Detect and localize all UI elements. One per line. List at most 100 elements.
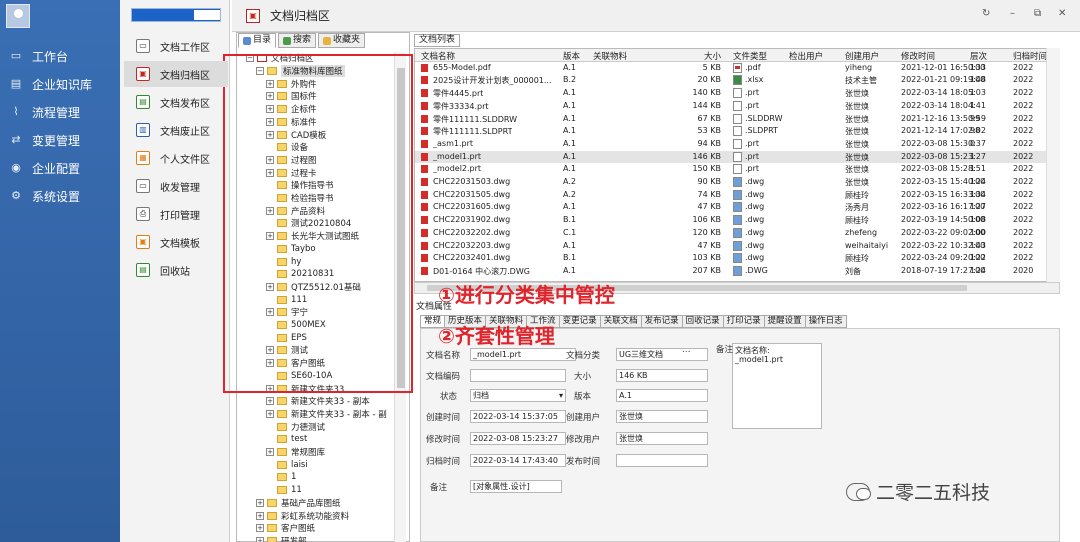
table-row[interactable]: CHC22031503.dwg A.2 90 KB .dwg 张世焕 2022-03-15… — [415, 176, 1059, 189]
subnav-item[interactable]: ▥ 文档废止区 — [124, 117, 228, 143]
property-tab[interactable]: 关联文档 — [599, 315, 641, 328]
table-row[interactable]: 零件33334.prt A.1 144 KB .prt 张世焕 2022-03-14 18… — [415, 100, 1059, 113]
column-header[interactable]: 版本 — [563, 50, 580, 62]
expand-icon[interactable]: + — [266, 409, 274, 418]
minimize-icon[interactable]: – — [1010, 8, 1015, 19]
column-header[interactable]: 文档名称 — [421, 50, 455, 62]
column-header[interactable]: 检出用户 — [789, 50, 823, 62]
column-header[interactable]: 关联物料 — [593, 50, 627, 62]
table-row[interactable]: CHC22031505.dwg A.2 74 KB .dwg 顾桂玲 2022-03-15… — [415, 189, 1059, 202]
version-field[interactable]: A.1 — [616, 389, 708, 402]
nav-item[interactable]: ⚙ 系统设置 — [0, 183, 120, 209]
tree-node[interactable]: + 彩虹系统功能资料 — [256, 509, 349, 522]
tree-node[interactable]: + 客户图纸 — [256, 522, 315, 535]
table-vertical-scrollbar[interactable] — [1046, 48, 1060, 282]
tree-node[interactable]: + 新建文件夹33 - 副本 - 副 — [266, 408, 387, 421]
column-header[interactable]: 创建用户 — [845, 50, 879, 62]
browse-button[interactable]: … — [682, 345, 691, 355]
close-icon[interactable]: ✕ — [1058, 8, 1066, 19]
nav-item[interactable]: ⇄ 变更管理 — [0, 127, 120, 153]
subnav-item[interactable]: ▭ 文档工作区 — [124, 33, 228, 59]
expand-icon[interactable]: + — [266, 397, 274, 406]
table-row[interactable]: CHC22032203.dwg A.1 47 KB .dwg weihaitaiyi 20… — [415, 240, 1059, 253]
modifier-field[interactable]: 张世焕 — [616, 432, 708, 445]
tab-directory[interactable]: 目录 — [238, 33, 277, 48]
table-row[interactable]: D01-0164 中心滚刀.DWG A.1 207 KB .DWG 刘备 2018-07-… — [415, 265, 1059, 278]
file-type-icon — [733, 164, 742, 175]
tree-node[interactable]: 11 — [266, 484, 302, 497]
nav-item[interactable]: ▭ 工作台 — [0, 43, 120, 69]
table-row[interactable]: CHC22032401.dwg B.1 103 KB .dwg 顾桂玲 2022-03-2… — [415, 252, 1059, 265]
table-row[interactable]: 零件4445.prt A.1 140 KB .prt 张世焕 2022-03-14 18:… — [415, 87, 1059, 100]
table-row[interactable]: CHC22031605.dwg A.1 47 KB .dwg 汤秀月 2022-03-16… — [415, 201, 1059, 214]
subnav-item[interactable]: ▦ 个人文件区 — [124, 145, 228, 171]
expand-icon[interactable]: + — [266, 448, 274, 457]
size-field[interactable]: 146 KB — [616, 369, 708, 382]
column-header[interactable]: 归档时间 — [1013, 50, 1047, 62]
remark-field[interactable]: [对象属性.设计] — [470, 480, 562, 493]
tree-node[interactable]: 1 — [266, 471, 296, 484]
property-tab[interactable]: 操作日志 — [804, 315, 847, 328]
table-row[interactable]: 2025设计开发计划表_000001... B.2 20 KB .xlsx 技术主管 20… — [415, 74, 1059, 87]
subnav-item[interactable]: ▤ 文档发布区 — [124, 89, 228, 115]
subnav-item[interactable]: ▤ 回收站 — [124, 257, 228, 283]
name-field[interactable]: _model1.prt — [470, 348, 576, 361]
file-icon — [421, 178, 428, 186]
property-tab[interactable]: 变更记录 — [558, 315, 600, 328]
table-row[interactable]: _model2.prt A.1 150 KB .prt 张世焕 2022-03-08 15… — [415, 163, 1059, 176]
tree-node[interactable]: + 研发部 — [256, 535, 307, 542]
tree-node[interactable]: + 新建文件夹33 - 副本 — [266, 395, 370, 408]
tree-node-label: laisi — [291, 459, 308, 470]
table-row[interactable]: 655-Model.pdf A.1 5 KB .pdf yiheng 2021-12-01… — [415, 62, 1059, 75]
table-row[interactable]: _model1.prt A.1 146 KB .prt 张世焕 2022-03-08 15… — [415, 150, 1059, 164]
nav-item[interactable]: ◉ 企业配置 — [0, 155, 120, 181]
tree-node[interactable]: test — [266, 433, 307, 446]
refresh-icon[interactable]: ↻ — [982, 8, 990, 19]
expand-icon[interactable]: + — [256, 524, 264, 533]
expand-icon[interactable]: + — [256, 511, 264, 520]
subnav-item[interactable]: ⎙ 打印管理 — [124, 201, 228, 227]
table-cell: CHC22031503.dwg — [433, 177, 511, 186]
expand-icon[interactable]: + — [256, 498, 264, 507]
modified-field[interactable]: 2022-03-08 15:23:27 — [470, 432, 566, 445]
column-header[interactable]: 文件类型 — [733, 50, 767, 62]
table-row[interactable]: 零件111111.SLDPRT A.1 53 KB .SLDPRT 张世焕 2021-12… — [415, 125, 1059, 138]
created-field[interactable]: 2022-03-14 15:37:05 — [470, 410, 566, 423]
archived-field[interactable]: 2022-03-14 17:43:40 — [470, 454, 566, 467]
creator-field[interactable]: 张世焕 — [616, 410, 708, 423]
table-row[interactable]: _asm1.prt A.1 94 KB .prt 张世焕 2022-03-08 15:30… — [415, 138, 1059, 151]
subnav-item[interactable]: ▣ 文档归档区 — [124, 61, 228, 87]
table-cell: .prt — [745, 88, 760, 98]
table-row[interactable]: CHC22032202.dwg C.1 120 KB .dwg zhefeng 2022-… — [415, 227, 1059, 240]
column-header[interactable]: 层次 — [970, 50, 987, 62]
search-input[interactable] — [131, 8, 221, 22]
column-header[interactable]: 大小 — [655, 50, 721, 62]
subnav-item[interactable]: ▣ 文档模板 — [124, 229, 228, 255]
property-tab[interactable]: 提醒设置 — [763, 315, 805, 328]
tab-favorites[interactable]: 收藏夹 — [318, 33, 366, 48]
property-tab[interactable]: 发布记录 — [640, 315, 682, 328]
expand-icon[interactable]: + — [256, 536, 264, 542]
table-cell: _asm1.prt — [433, 138, 473, 148]
status-field[interactable]: 归档 — [470, 389, 566, 402]
avatar[interactable] — [6, 4, 30, 28]
table-row[interactable]: CHC22031902.dwg B.1 106 KB .dwg 顾桂玲 2022-03-1… — [415, 214, 1059, 227]
restore-icon[interactable]: ⧉ — [1034, 8, 1041, 19]
code-field[interactable] — [470, 369, 566, 382]
tree-node[interactable]: + 常规图库 — [266, 446, 325, 459]
table-row[interactable]: 零件111111.SLDDRW A.1 67 KB .SLDDRW 张世焕 2021-12… — [415, 113, 1059, 126]
nav-item[interactable]: ▤ 企业知识库 — [0, 71, 120, 97]
property-tab[interactable]: 打印记录 — [722, 315, 764, 328]
property-tab[interactable]: 回收记录 — [681, 315, 723, 328]
nav-item[interactable]: ⌇ 流程管理 — [0, 99, 120, 125]
note-textarea[interactable]: 文档名称: _model1.prt — [732, 343, 822, 429]
tree-node[interactable]: 力德测试 — [266, 420, 325, 433]
tab-file-list[interactable]: 文档列表 — [414, 34, 461, 47]
publish-field[interactable] — [616, 454, 708, 467]
tree-node[interactable]: laisi — [266, 458, 308, 471]
subnav-item[interactable]: ▭ 收发管理 — [124, 173, 228, 199]
tree-node[interactable]: + 基础产品库图纸 — [256, 497, 341, 510]
column-header[interactable]: 修改时间 — [901, 50, 935, 62]
category-field[interactable]: UG三维文档 — [616, 348, 708, 361]
tab-search[interactable]: 搜索 — [278, 33, 317, 48]
